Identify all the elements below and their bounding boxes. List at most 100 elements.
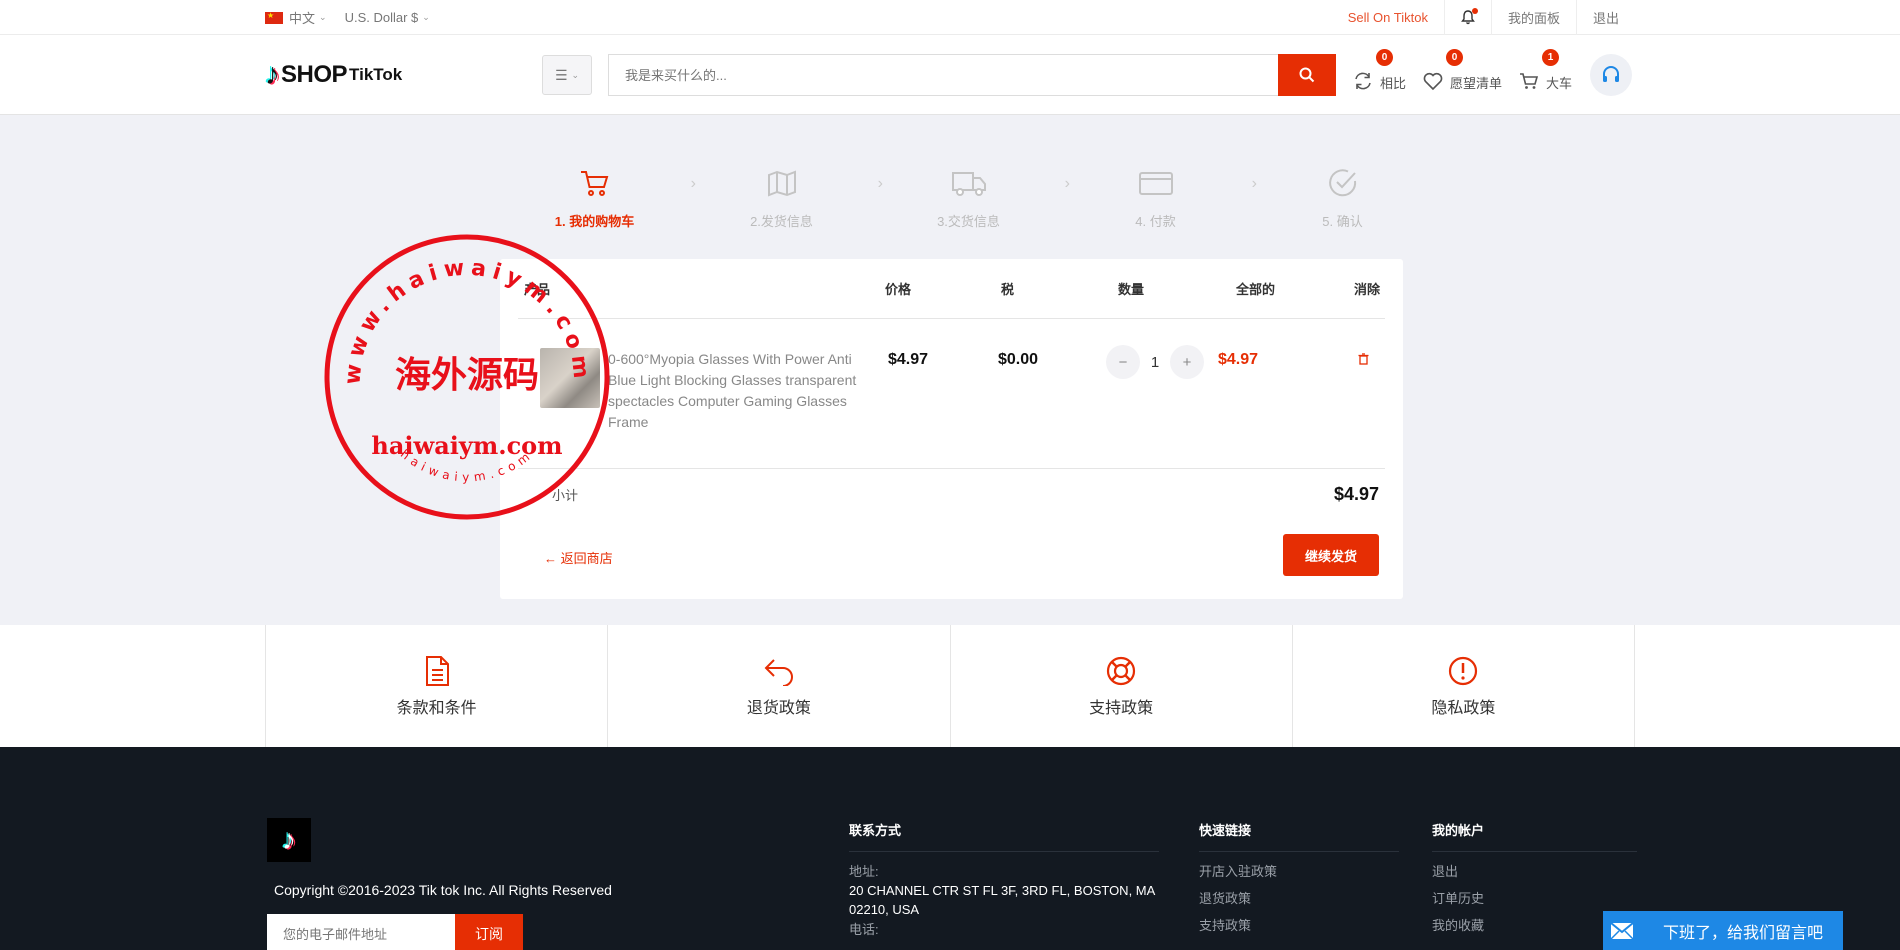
- decrease-quantity-button[interactable]: −: [1106, 345, 1140, 379]
- policy-terms[interactable]: 条款和条件: [266, 625, 609, 747]
- footer-link-seller-policy[interactable]: 开店入驻政策: [1199, 865, 1399, 879]
- step-my-cart[interactable]: 1. 我的购物车 ›: [501, 165, 696, 230]
- return-to-shop-label: 返回商店: [560, 551, 613, 566]
- policy-privacy[interactable]: 隐私政策: [1293, 625, 1635, 747]
- step-label: 2.发货信息: [750, 214, 813, 229]
- truck-icon: [951, 172, 986, 196]
- column-price: 价格: [885, 282, 912, 297]
- column-quantity: 数量: [1118, 282, 1145, 297]
- cart-icon: [580, 171, 608, 196]
- footer-quick-links-column: 快速链接 开店入驻政策 退货政策 支持政策: [1199, 820, 1399, 933]
- step-label: 1. 我的购物车: [554, 214, 635, 229]
- plus-icon: +: [1182, 353, 1192, 371]
- step-label: 3.交货信息: [937, 214, 1000, 229]
- policy-label: 条款和条件: [396, 700, 477, 717]
- policy-support[interactable]: 支持政策: [951, 625, 1293, 747]
- search-icon: [1299, 67, 1315, 83]
- chevron-down-icon: ⌄: [422, 12, 430, 22]
- logo-tiktok-text: TikTok: [349, 65, 403, 84]
- step-delivery-info[interactable]: 3.交货信息 ›: [875, 165, 1070, 230]
- policy-label: 隐私政策: [1431, 700, 1496, 717]
- contact-title: 联系方式: [849, 820, 1159, 852]
- search-input[interactable]: [608, 54, 1278, 96]
- footer-link-order-history[interactable]: 订单历史: [1432, 892, 1637, 906]
- chevron-down-icon: ⌄: [571, 69, 580, 80]
- product-tax: $0.00: [998, 351, 1039, 368]
- cart-button[interactable]: 1 大车: [1518, 48, 1573, 92]
- mail-icon: [1603, 911, 1641, 950]
- cart-panel: 产品 价格 税 数量 全部的 消除 0-600°Myopia Glasses W…: [500, 259, 1403, 599]
- footer-link-support-policy[interactable]: 支持政策: [1199, 919, 1399, 933]
- chat-widget-button[interactable]: 下班了，给我们留言吧: [1603, 911, 1843, 950]
- quantity-value[interactable]: 1: [1140, 354, 1170, 371]
- policy-label: 退货政策: [746, 700, 811, 717]
- subtotal-label: 小计: [552, 487, 579, 503]
- footer-link-return-policy[interactable]: 退货政策: [1199, 892, 1399, 906]
- arrow-left-icon: ←: [544, 551, 561, 566]
- remove-item-button[interactable]: [1358, 353, 1369, 368]
- language-label: 中文: [289, 11, 316, 26]
- column-product: 产品: [524, 282, 551, 297]
- top-bar: 中文 ⌄ U.S. Dollar $ ⌄ Sell On Tiktok 我的面板…: [0, 0, 1900, 35]
- email-field[interactable]: [267, 914, 455, 950]
- quick-links-title: 快速链接: [1199, 820, 1399, 852]
- wishlist-button[interactable]: 0 愿望清单: [1422, 48, 1503, 92]
- cart-icon: [1520, 72, 1539, 89]
- card-icon: [1138, 172, 1173, 195]
- increase-quantity-button[interactable]: +: [1170, 345, 1204, 379]
- step-confirm[interactable]: 5. 确认: [1249, 165, 1436, 230]
- copyright-text: Copyright ©2016-2023 Tik tok Inc. All Ri…: [274, 882, 612, 898]
- hamburger-icon: ☰: [554, 66, 568, 83]
- product-name[interactable]: 0-600°Myopia Glasses With Power Anti Blu…: [608, 349, 873, 433]
- step-label: 4. 付款: [1135, 214, 1176, 229]
- policies-bar: 条款和条件 退货政策 支持政策 隐私政策: [0, 625, 1900, 747]
- wishlist-count-badge: 0: [1446, 48, 1464, 66]
- shop-tiktok-logo[interactable]: ♪ SHOP TikTok: [265, 60, 542, 90]
- column-total: 全部的: [1236, 282, 1276, 297]
- address-text: 20 CHANNEL CTR ST FL 3F, 3RD FL, BOSTON,…: [849, 883, 1155, 917]
- continue-shipping-button[interactable]: 继续发货: [1283, 534, 1379, 576]
- currency-selector[interactable]: U.S. Dollar $ ⌄: [345, 10, 430, 25]
- lifebuoy-icon: [1107, 656, 1136, 686]
- wishlist-label: 愿望清单: [1450, 75, 1503, 91]
- notifications-button[interactable]: [1443, 0, 1491, 35]
- currency-label: U.S. Dollar $: [344, 10, 419, 25]
- search-button[interactable]: [1278, 54, 1336, 96]
- language-selector[interactable]: 中文 ⌄: [265, 8, 327, 27]
- compare-button[interactable]: 0 相比: [1352, 48, 1406, 92]
- chat-widget-label: 下班了，给我们留言吧: [1663, 924, 1824, 942]
- sell-on-tiktok-link[interactable]: Sell On Tiktok: [1332, 0, 1444, 35]
- map-icon: [767, 170, 796, 197]
- compare-count-badge: 0: [1376, 48, 1393, 66]
- cart-label: 大车: [1546, 75, 1573, 91]
- heart-icon: [1423, 72, 1443, 90]
- product-total: $4.97: [1218, 351, 1259, 368]
- notification-dot: [1471, 8, 1478, 14]
- document-icon: [425, 656, 449, 686]
- step-payment[interactable]: 4. 付款 ›: [1062, 165, 1257, 230]
- trash-icon: [1358, 353, 1369, 365]
- dashboard-link[interactable]: 我的面板: [1490, 0, 1576, 35]
- return-icon: [764, 659, 793, 686]
- refresh-icon: [1355, 72, 1371, 89]
- logout-link[interactable]: 退出: [1575, 0, 1635, 35]
- return-to-shop-link[interactable]: ← 返回商店: [544, 548, 613, 567]
- minus-icon: −: [1118, 353, 1128, 371]
- chevron-down-icon: ⌄: [319, 12, 327, 22]
- product-thumbnail[interactable]: [540, 348, 600, 408]
- footer-tiktok-logo[interactable]: ♪: [267, 818, 311, 862]
- footer-contact-column: 联系方式 地址: 20 CHANNEL CTR ST FL 3F, 3RD FL…: [849, 820, 1159, 937]
- tiktok-note-icon: ♪: [265, 58, 280, 91]
- policy-label: 支持政策: [1089, 700, 1154, 717]
- policy-returns[interactable]: 退货政策: [608, 625, 951, 747]
- subscribe-button[interactable]: 订阅: [455, 914, 523, 950]
- account-title: 我的帐户: [1432, 820, 1637, 852]
- category-menu-button[interactable]: ☰ ⌄: [542, 55, 592, 95]
- support-button[interactable]: [1590, 54, 1633, 96]
- quantity-stepper: − 1 +: [1106, 345, 1204, 379]
- phone-label: 电话:: [849, 922, 879, 937]
- step-shipping-info[interactable]: 2.发货信息 ›: [688, 165, 883, 230]
- subtotal-value: $4.97: [1333, 483, 1379, 504]
- address-label: 地址:: [849, 864, 879, 879]
- footer-link-logout[interactable]: 退出: [1432, 865, 1637, 879]
